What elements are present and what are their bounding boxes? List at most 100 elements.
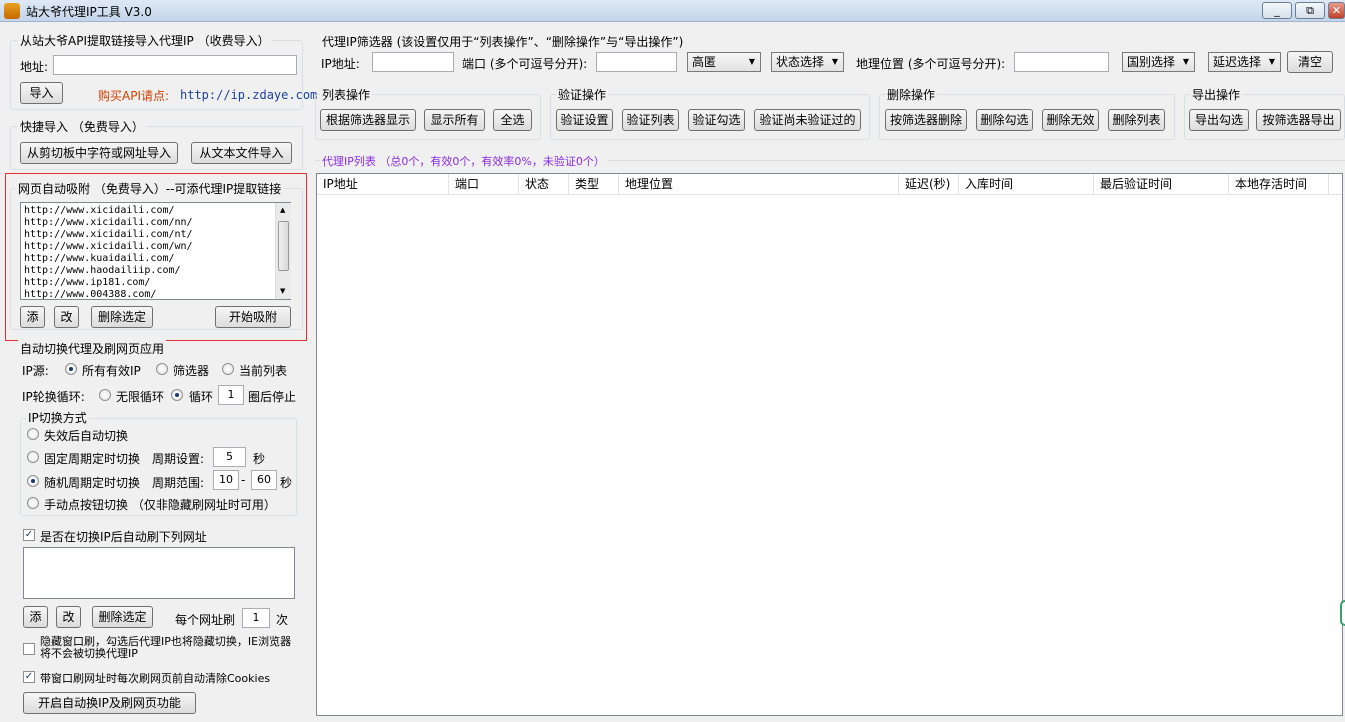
rotation-count-input[interactable]: 1: [218, 385, 244, 405]
country-select-value: 国别选择: [1127, 55, 1176, 69]
scroll-up-icon[interactable]: ▲: [280, 206, 285, 214]
rotation-loop-radio[interactable]: [171, 389, 183, 401]
title-bar[interactable]: 站大爷代理IP工具 V3.0 _ ⧉ ✕: [0, 0, 1345, 22]
buy-api-text: 购买API请点:: [98, 89, 170, 103]
filter-geo-input[interactable]: [1014, 52, 1109, 72]
url-list-item[interactable]: http://www.xicidaili.com/: [24, 205, 193, 217]
delete-by-filter-button[interactable]: 按筛选器删除: [885, 109, 967, 131]
start-auto-switch-button[interactable]: 开启自动换IP及刷网页功能: [23, 692, 196, 714]
filter-port-label: 端口 (多个可逗号分开):: [462, 57, 588, 71]
api-import-button[interactable]: 导入: [20, 82, 63, 104]
file-import-button[interactable]: 从文本文件导入: [191, 142, 292, 164]
ip-source-filter-radio[interactable]: [156, 363, 168, 375]
minimize-button[interactable]: _: [1262, 2, 1292, 19]
range-unit: 秒: [280, 476, 293, 490]
edit-url-button[interactable]: 改: [54, 306, 79, 328]
filter-ip-input[interactable]: [372, 52, 454, 72]
close-button[interactable]: ✕: [1328, 2, 1345, 19]
export-checked-button[interactable]: 导出勾选: [1189, 109, 1249, 131]
refresh-checkbox[interactable]: ✓: [23, 529, 35, 541]
rotation-infinite-radio[interactable]: [99, 389, 111, 401]
col-ip[interactable]: IP地址: [317, 174, 449, 194]
col-alive[interactable]: 本地存活时间: [1229, 174, 1329, 194]
col-port[interactable]: 端口: [449, 174, 519, 194]
url-listbox[interactable]: http://www.xicidaili.com/http://www.xici…: [20, 202, 291, 300]
url-list-item[interactable]: http://www.ip181.com/: [24, 277, 193, 289]
delete-checked-button[interactable]: 删除勾选: [976, 109, 1033, 131]
anonymity-select[interactable]: 高匿 ▼: [687, 52, 761, 72]
col-last-verified[interactable]: 最后验证时间: [1094, 174, 1229, 194]
clear-cookies-checkbox[interactable]: ✓: [23, 671, 35, 683]
export-by-filter-button[interactable]: 按筛选器导出: [1256, 109, 1341, 131]
country-select[interactable]: 国别选择 ▼: [1122, 52, 1195, 72]
web-adsorb-legend: 网页自动吸附 （免费导入）--可添代理IP提取链接: [16, 180, 284, 197]
delete-invalid-button[interactable]: 删除无效: [1042, 109, 1099, 131]
url-list-item[interactable]: http://www.xicidaili.com/nt/: [24, 229, 193, 241]
verify-settings-button[interactable]: 验证设置: [556, 109, 613, 131]
floating-widget[interactable]: [1340, 600, 1345, 626]
proxy-table[interactable]: IP地址 端口 状态 类型 地理位置 延迟(秒) 入库时间 最后验证时间 本地存…: [316, 173, 1343, 716]
col-delay[interactable]: 延迟(秒): [899, 174, 959, 194]
url-list-item[interactable]: http://www.xicidaili.com/wn/: [24, 241, 193, 253]
refresh-url-listbox[interactable]: [23, 547, 295, 599]
delete-url-button[interactable]: 删除选定: [91, 306, 153, 328]
refresh-delete-button[interactable]: 删除选定: [92, 606, 153, 628]
delete-list-button[interactable]: 删除列表: [1108, 109, 1165, 131]
col-geo[interactable]: 地理位置: [619, 174, 899, 194]
rotation-label: IP轮换循环:: [22, 390, 85, 404]
add-url-button[interactable]: 添: [20, 306, 45, 328]
restore-icon: ⧉: [1306, 4, 1314, 17]
switch-mode-legend: IP切换方式: [26, 409, 89, 426]
status-select[interactable]: 状态选择 ▼: [771, 52, 844, 72]
verify-list-button[interactable]: 验证列表: [622, 109, 679, 131]
mode-random-radio[interactable]: [27, 475, 39, 487]
url-list-item[interactable]: http://www.kuaidaili.com/: [24, 253, 193, 265]
scroll-thumb[interactable]: [278, 221, 289, 271]
anonymity-select-value: 高匿: [692, 55, 717, 69]
col-type[interactable]: 类型: [569, 174, 619, 194]
mode-manual-radio[interactable]: [27, 497, 39, 509]
clipboard-import-button[interactable]: 从剪切板中字符或网址导入: [20, 142, 178, 164]
address-input[interactable]: [53, 55, 297, 75]
url-list-scrollbar[interactable]: ▲ ▼: [275, 203, 291, 299]
chevron-down-icon: ▼: [1182, 57, 1189, 66]
ip-source-all-radio[interactable]: [65, 363, 77, 375]
scroll-down-icon[interactable]: ▼: [280, 287, 285, 295]
delay-select[interactable]: 延迟选择 ▼: [1208, 52, 1281, 72]
ip-source-all-label: 所有有效IP: [82, 364, 141, 378]
refresh-check-label: 是否在切换IP后自动刷下列网址: [40, 530, 207, 544]
mode-fixed-radio[interactable]: [27, 451, 39, 463]
proxy-table-header: IP地址 端口 状态 类型 地理位置 延迟(秒) 入库时间 最后验证时间 本地存…: [317, 174, 1342, 195]
restore-button[interactable]: ⧉: [1295, 2, 1325, 19]
rotation-infinite-label: 无限循环: [116, 390, 165, 404]
range-max-input[interactable]: 60: [251, 470, 277, 490]
per-url-input[interactable]: 1: [242, 608, 270, 628]
refresh-edit-button[interactable]: 改: [56, 606, 81, 628]
filter-clear-button[interactable]: 清空: [1287, 51, 1333, 73]
col-added[interactable]: 入库时间: [959, 174, 1094, 194]
col-status[interactable]: 状态: [519, 174, 569, 194]
app-window: 站大爷代理IP工具 V3.0 _ ⧉ ✕ 从站大爷API提取链接导入代理IP （…: [0, 0, 1345, 722]
period-input[interactable]: 5: [213, 447, 246, 467]
show-all-button[interactable]: 显示所有: [424, 109, 485, 131]
show-by-filter-button[interactable]: 根据筛选器显示: [320, 109, 416, 131]
url-list: http://www.xicidaili.com/http://www.xici…: [24, 205, 193, 301]
export-ops-legend: 导出操作: [1190, 86, 1243, 103]
auto-switch-legend: 自动切换代理及刷网页应用: [18, 340, 167, 357]
select-all-button[interactable]: 全选: [493, 109, 532, 131]
url-list-item[interactable]: http://www.xicidaili.com/nn/: [24, 217, 193, 229]
url-list-item[interactable]: http://www.004388.com/: [24, 289, 193, 301]
filter-port-input[interactable]: [596, 52, 677, 72]
period-unit: 秒: [253, 452, 266, 466]
verify-checked-button[interactable]: 验证勾选: [688, 109, 745, 131]
mode-fail-radio[interactable]: [27, 428, 39, 440]
start-adsorb-button[interactable]: 开始吸附: [215, 306, 291, 328]
rotation-loop-label: 循环: [189, 390, 214, 404]
range-min-input[interactable]: 10: [213, 470, 239, 490]
refresh-add-button[interactable]: 添: [23, 606, 48, 628]
hide-window-checkbox[interactable]: [23, 643, 35, 655]
ip-source-list-radio[interactable]: [222, 363, 234, 375]
buy-api-link[interactable]: http://ip.zdaye.com: [180, 88, 317, 102]
url-list-item[interactable]: http://www.haodailiip.com/: [24, 265, 193, 277]
verify-unverified-button[interactable]: 验证尚未验证过的: [754, 109, 861, 131]
